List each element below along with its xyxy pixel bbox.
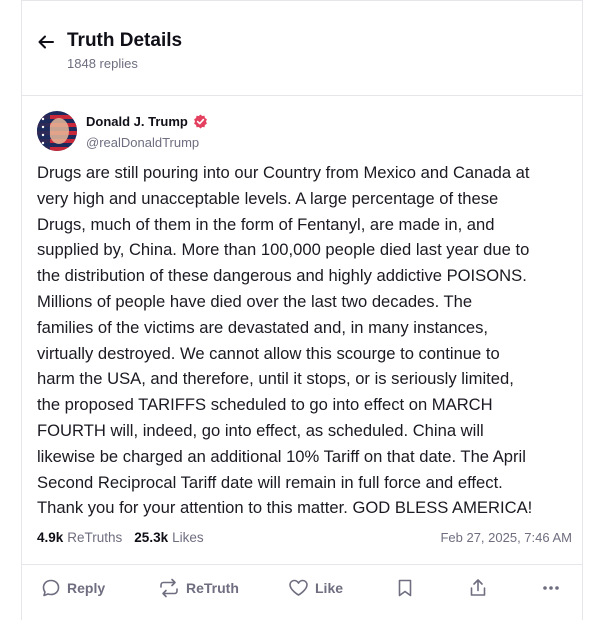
post-text-line: likewise be charged an additional 10% Ta… xyxy=(37,446,526,466)
retruths-stat[interactable]: 4.9k ReTruths xyxy=(37,530,122,545)
post-text-line: virtually destroyed. We cannot allow thi… xyxy=(37,343,500,363)
post-body: Drugs are still pouring into our Country… xyxy=(37,160,572,521)
retruth-button[interactable]: ReTruth xyxy=(158,576,239,600)
post-timestamp[interactable]: Feb 27, 2025, 7:46 AM xyxy=(440,530,572,545)
repost-arrows-icon xyxy=(160,578,178,598)
back-button[interactable] xyxy=(35,31,57,53)
like-label: Like xyxy=(315,580,344,596)
post-text-line: FOURTH will, indeed, go into effect, as … xyxy=(37,420,484,440)
bookmark-button[interactable] xyxy=(396,576,420,600)
share-icon xyxy=(470,579,486,596)
likes-stat[interactable]: 25.3k Likes xyxy=(134,530,203,545)
replies-count: 1848 replies xyxy=(67,56,138,71)
like-button[interactable]: Like xyxy=(288,576,343,600)
verified-badge-icon xyxy=(193,114,208,129)
retruth-label: ReTruth xyxy=(186,580,239,596)
post-text-line: Drugs, much of them in the form of Fenta… xyxy=(37,214,495,234)
retruths-count: 4.9k xyxy=(37,530,64,545)
post-stats: 4.9k ReTruths 25.3k Likes Feb 27, 2025, … xyxy=(37,530,572,545)
divider xyxy=(22,95,582,96)
page-header: Truth Details 1848 replies xyxy=(22,1,582,95)
post-text-line: the distribution of these dangerous and … xyxy=(37,266,527,286)
reply-label: Reply xyxy=(67,580,106,596)
page-title: Truth Details xyxy=(67,30,183,51)
post-text-line: Drugs are still pouring into our Country… xyxy=(37,163,530,182)
author-name[interactable]: Donald J. Trump xyxy=(86,114,208,129)
post-panel: Truth Details 1848 replies Donald J. Tru… xyxy=(21,0,583,620)
post-text-line: Millions of people have died over the la… xyxy=(37,291,473,311)
ellipsis-icon xyxy=(543,586,559,590)
likes-count: 25.3k xyxy=(134,530,169,545)
likes-label: Likes xyxy=(172,530,204,545)
heart-icon xyxy=(289,579,308,596)
arrow-left-icon xyxy=(38,35,54,49)
post-text-line: supplied by, China. More than 100,000 pe… xyxy=(37,240,530,260)
post-text-line: families of the victims are devastated a… xyxy=(37,317,489,337)
share-button[interactable] xyxy=(468,576,494,600)
author-name-text: Donald J. Trump xyxy=(86,114,188,129)
post-text-line: the proposed TARIFFS scheduled to go int… xyxy=(37,395,493,415)
retruths-label: ReTruths xyxy=(67,530,123,545)
post-text-line: Second Reciprocal Tariff date will remai… xyxy=(37,472,503,492)
reply-button[interactable]: Reply xyxy=(41,576,105,600)
more-options-button[interactable] xyxy=(541,576,567,600)
action-bar: Reply ReTruth Like xyxy=(22,565,582,611)
post-text-line: Thank you for your attention to this mat… xyxy=(37,498,533,518)
speech-bubble-icon xyxy=(42,579,60,597)
author-handle[interactable]: @realDonaldTrump xyxy=(86,135,199,150)
bookmark-icon xyxy=(398,579,412,597)
avatar[interactable] xyxy=(37,111,77,151)
post-text-line: harm the USA, and therefore, until it st… xyxy=(37,369,514,389)
post-text-line: very high and unacceptable levels. A lar… xyxy=(37,188,499,208)
